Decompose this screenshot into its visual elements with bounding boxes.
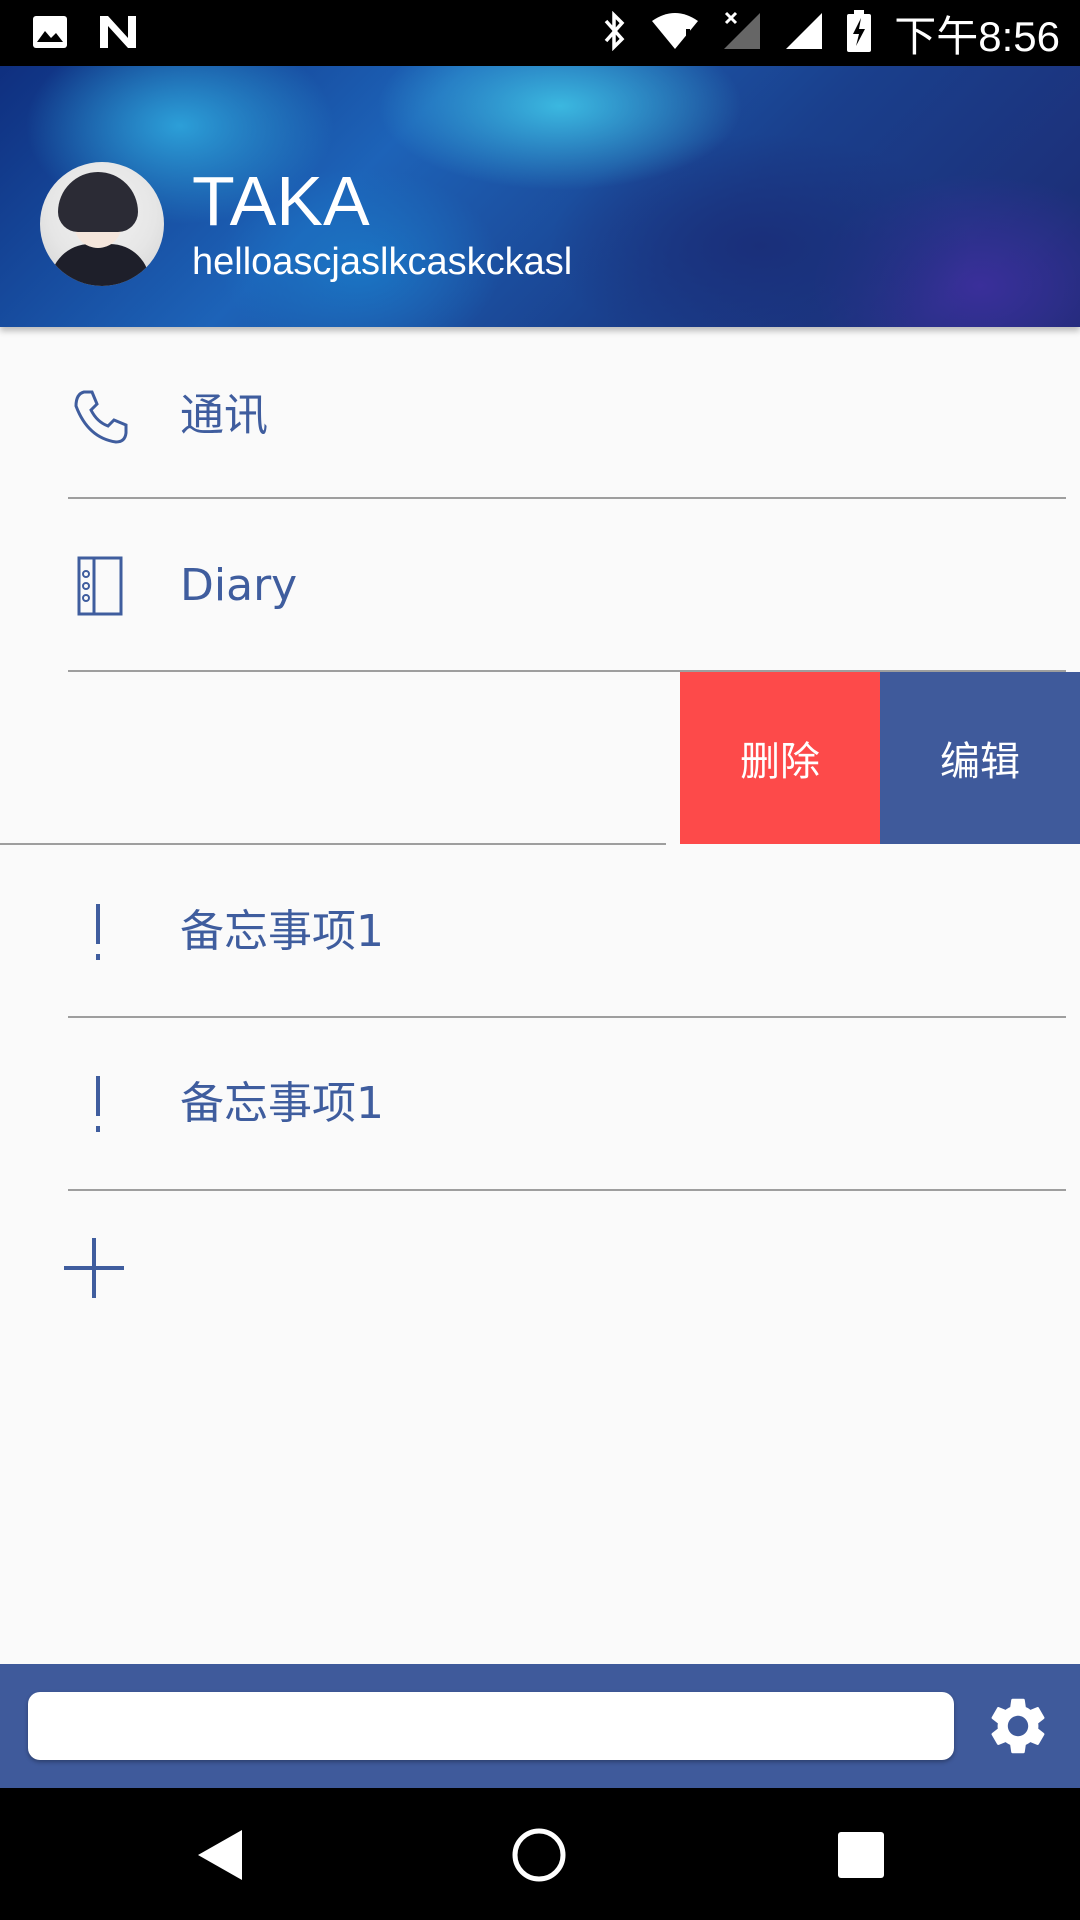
settings-button[interactable]	[984, 1692, 1052, 1760]
list-item-label: 通讯	[180, 390, 268, 441]
list-item-contacts[interactable]: 通讯	[0, 330, 1080, 502]
list-item-label: 备忘事项1	[180, 906, 384, 957]
profile-header: TAKA helloascjaslkcaskckasl	[0, 66, 1080, 327]
home-icon	[504, 1828, 574, 1894]
user-email: helloascjaslkcaskckasl	[192, 241, 573, 283]
text-input[interactable]	[28, 1692, 954, 1760]
back-icon	[186, 1830, 256, 1894]
image-icon	[32, 15, 68, 53]
input-bar	[0, 1664, 1080, 1788]
list-item-label: Diary	[180, 560, 298, 611]
phone-icon	[70, 386, 130, 446]
list-item-memo[interactable]: 备忘事项1	[0, 846, 1080, 1018]
edit-button[interactable]: 编辑	[880, 672, 1080, 844]
list-item-label: 备忘事项1	[180, 1078, 384, 1129]
status-time: 下午8:56	[894, 12, 1060, 60]
user-name: TAKA	[192, 162, 370, 240]
wifi-icon	[650, 11, 700, 55]
recents-button[interactable]	[826, 1820, 896, 1890]
bluetooth-icon	[602, 10, 628, 55]
notebook-icon	[70, 556, 130, 616]
back-button[interactable]	[186, 1820, 256, 1890]
signal-icon	[784, 11, 824, 55]
plus-icon	[62, 1238, 126, 1304]
list-item-diary[interactable]: Diary	[0, 500, 1080, 672]
gear-icon	[984, 1698, 1052, 1764]
status-bar: 下午8:56	[0, 0, 1080, 66]
list-item-memo[interactable]: 备忘事项1	[0, 1018, 1080, 1190]
add-item-button[interactable]	[62, 1236, 126, 1300]
divider	[0, 843, 666, 845]
delete-button[interactable]: 删除	[680, 672, 880, 844]
avatar[interactable]	[40, 162, 164, 286]
divider	[68, 1189, 1066, 1191]
divider	[68, 497, 1066, 499]
recents-icon	[826, 1832, 896, 1894]
swiped-list-item[interactable]: 删除 编辑	[0, 672, 1080, 844]
home-button[interactable]	[504, 1820, 574, 1890]
n-icon	[98, 14, 138, 54]
exclamation-icon	[70, 1074, 130, 1134]
battery-charging-icon	[846, 10, 872, 56]
exclamation-icon	[70, 902, 130, 962]
no-sim-icon	[722, 11, 762, 55]
navigation-bar	[0, 1788, 1080, 1920]
